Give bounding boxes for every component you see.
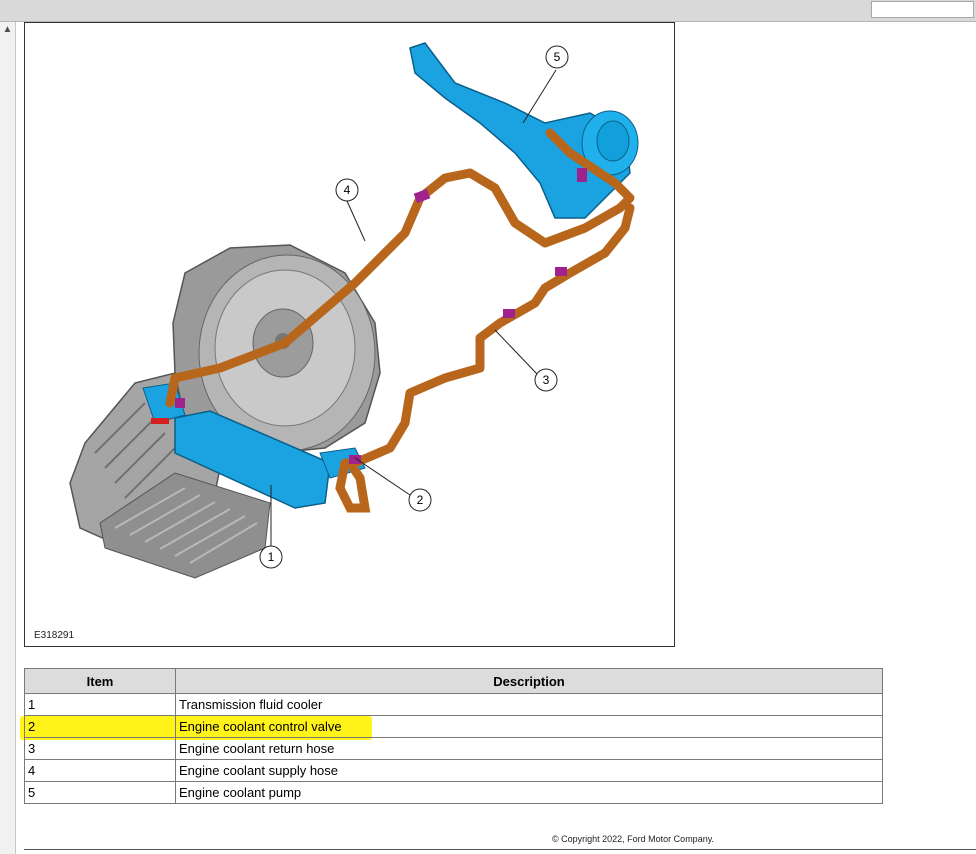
copyright-notice: © Copyright 2022, Ford Motor Company. xyxy=(552,834,715,844)
table-row: 2 Engine coolant control valve xyxy=(24,715,883,738)
search-input[interactable] xyxy=(871,1,974,18)
callout-label: 1 xyxy=(268,550,275,564)
callout-1: 1 xyxy=(259,545,283,569)
table-row: 5 Engine coolant pump xyxy=(24,781,883,804)
bottom-divider xyxy=(24,849,976,850)
callout-label: 5 xyxy=(554,50,561,64)
table-row: 4 Engine coolant supply hose xyxy=(24,759,883,782)
item-description: Engine coolant pump xyxy=(175,781,883,804)
table-header-row: Item Description xyxy=(24,668,883,694)
callout-5: 5 xyxy=(545,45,569,69)
vertical-scrollbar[interactable] xyxy=(0,22,16,854)
table-row: 1 Transmission fluid cooler xyxy=(24,693,883,716)
item-number: 4 xyxy=(24,759,176,782)
callout-2: 2 xyxy=(408,488,432,512)
scroll-up-arrow-icon[interactable] xyxy=(1,24,14,36)
item-description: Engine coolant supply hose xyxy=(175,759,883,782)
item-number: 2 xyxy=(24,715,176,738)
callout-label: 4 xyxy=(344,183,351,197)
callout-3: 3 xyxy=(534,368,558,392)
parts-table: Item Description 1 Transmission fluid co… xyxy=(24,668,883,804)
callout-label: 3 xyxy=(543,373,550,387)
component-illustration: 1 2 3 4 5 E318291 xyxy=(24,22,675,647)
callout-4: 4 xyxy=(335,178,359,202)
item-number: 3 xyxy=(24,737,176,760)
item-number: 1 xyxy=(24,693,176,716)
table-row: 3 Engine coolant return hose xyxy=(24,737,883,760)
engine-coolant-control-valve xyxy=(335,458,371,513)
illustration-drawing: 1 2 3 4 5 xyxy=(69,42,639,579)
item-number: 5 xyxy=(24,781,176,804)
top-toolbar xyxy=(0,0,976,22)
transmission-housing xyxy=(69,244,381,579)
callout-label: 2 xyxy=(417,493,424,507)
column-header-item: Item xyxy=(24,668,176,694)
figure-id: E318291 xyxy=(34,630,75,641)
item-description: Engine coolant control valve xyxy=(175,715,883,738)
item-description: Engine coolant return hose xyxy=(175,737,883,760)
item-description: Transmission fluid cooler xyxy=(175,693,883,716)
engine-coolant-pump xyxy=(409,42,639,219)
column-header-description: Description xyxy=(175,668,883,694)
